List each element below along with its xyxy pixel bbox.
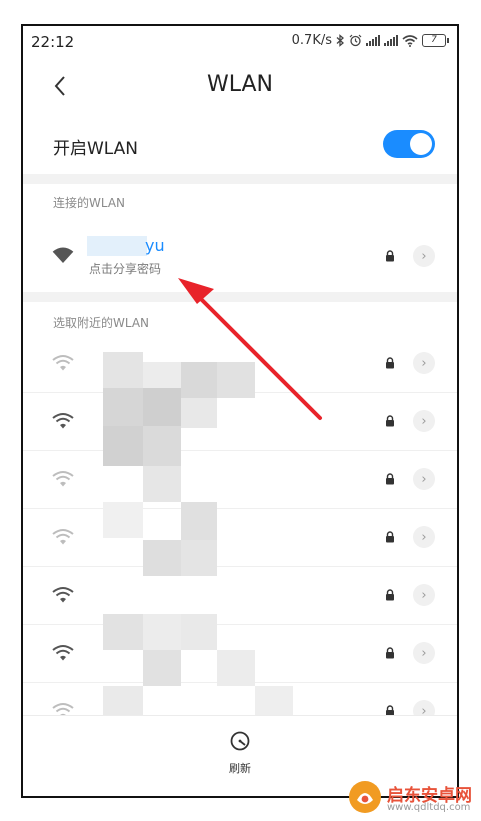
phone-screen: 22:12 0.7K/s 7 WLAN 开启WLAN 连接的WLAN yu 点击… [21, 24, 459, 798]
lock-icon [386, 250, 394, 262]
wifi-icon [52, 645, 74, 661]
chevron-right-icon[interactable]: › [413, 352, 435, 374]
page-title: WLAN [206, 72, 274, 97]
watermark: 启东安卓网 www.qdltdq.com [345, 777, 475, 819]
wlan-toggle-switch[interactable] [383, 130, 435, 158]
wifi-icon [52, 413, 74, 429]
watermark-url: www.qdltdq.com [387, 802, 471, 813]
lock-icon [386, 647, 394, 659]
wifi-icon [52, 471, 74, 487]
wlan-toggle-label: 开启WLAN [53, 139, 139, 159]
refresh-icon [230, 731, 250, 751]
chevron-right-icon[interactable]: › [413, 245, 435, 267]
connected-network-row[interactable]: yu 点击分享密码 › [23, 222, 457, 290]
signal-icon [366, 35, 380, 46]
chevron-right-icon[interactable]: › [413, 410, 435, 432]
status-icons: 0.7K/s 7 [292, 33, 449, 48]
refresh-label: 刷新 [229, 762, 251, 775]
wifi-icon [52, 355, 74, 371]
connected-network-name: yu [145, 236, 165, 255]
status-time: 22:12 [31, 33, 75, 51]
chevron-right-icon[interactable]: › [413, 468, 435, 490]
watermark-logo [349, 781, 381, 813]
signal-icon [384, 35, 398, 46]
share-password-hint[interactable]: 点击分享密码 [89, 260, 161, 277]
network-speed: 0.7K/s [291, 33, 332, 48]
redacted-network-names [103, 352, 333, 722]
lock-icon [386, 589, 394, 601]
section-divider [23, 174, 457, 184]
bluetooth-icon [336, 34, 344, 47]
nearby-section-header: 选取附近的WLAN [53, 316, 150, 330]
lock-icon [386, 473, 394, 485]
chevron-right-icon[interactable]: › [413, 584, 435, 606]
title-bar: WLAN [23, 66, 457, 110]
wlan-toggle-row[interactable]: 开启WLAN [23, 122, 457, 172]
battery-level: 7 [422, 34, 446, 47]
redacted-network-name [87, 236, 147, 256]
section-divider [23, 292, 457, 302]
wifi-icon [402, 34, 418, 47]
battery-icon: 7 [422, 34, 449, 47]
chevron-right-icon[interactable]: › [413, 526, 435, 548]
wifi-icon [52, 247, 74, 263]
status-bar: 22:12 0.7K/s 7 [23, 26, 457, 58]
chevron-right-icon[interactable]: › [413, 642, 435, 664]
wifi-icon [52, 529, 74, 545]
lock-icon [386, 357, 394, 369]
lock-icon [386, 415, 394, 427]
wifi-icon [52, 587, 74, 603]
refresh-button[interactable]: 刷新 [220, 730, 260, 776]
connected-section-header: 连接的WLAN [53, 196, 126, 210]
lock-icon [386, 531, 394, 543]
alarm-icon [349, 34, 362, 47]
